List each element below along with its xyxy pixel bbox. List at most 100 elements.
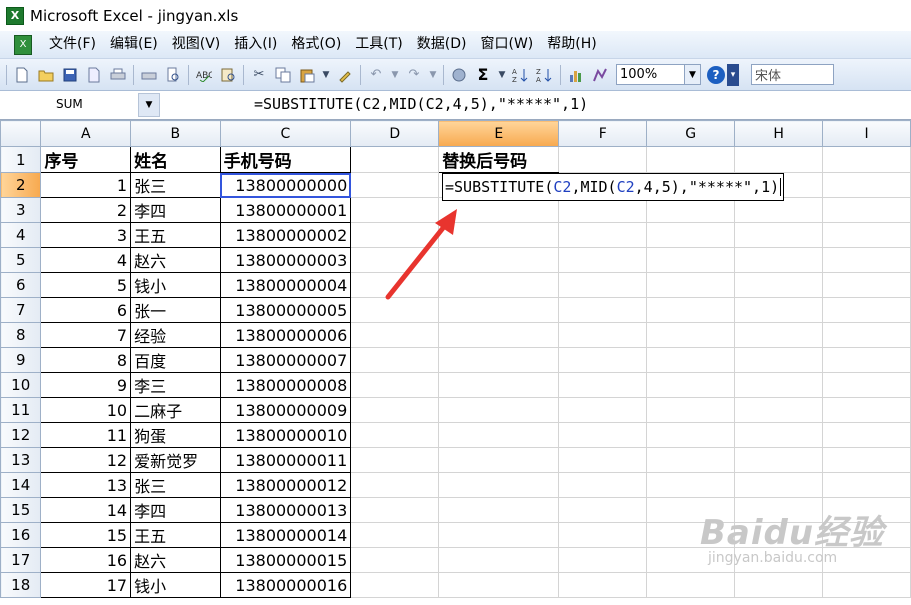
- toolbar-options-icon[interactable]: ▾: [727, 63, 739, 86]
- cell-c[interactable]: 13800000016: [219, 572, 352, 598]
- cell-e[interactable]: [438, 472, 560, 498]
- row-header[interactable]: 14: [0, 472, 42, 498]
- cell-c[interactable]: 13800000014: [219, 522, 352, 548]
- cell-i[interactable]: [822, 397, 911, 423]
- column-header-a[interactable]: A: [40, 120, 132, 147]
- cell-b[interactable]: 李四: [130, 197, 221, 223]
- cell-a[interactable]: 2: [40, 197, 132, 223]
- cell-h[interactable]: [734, 146, 824, 173]
- cell-h[interactable]: [734, 372, 824, 398]
- zoom-dropdown-icon[interactable]: ▼: [685, 64, 701, 85]
- cell-g[interactable]: [646, 322, 736, 348]
- cell-f[interactable]: [558, 547, 648, 573]
- cell-i[interactable]: [822, 247, 911, 273]
- cell-c[interactable]: 13800000004: [219, 272, 352, 298]
- cell-d[interactable]: [350, 397, 440, 423]
- cell-a[interactable]: 10: [40, 397, 132, 423]
- cell-c[interactable]: 13800000007: [219, 347, 352, 373]
- sort-descending-icon[interactable]: ZA: [535, 65, 555, 85]
- cell-f[interactable]: [558, 572, 648, 598]
- row-header[interactable]: 13: [0, 447, 42, 473]
- cell-i[interactable]: [822, 197, 911, 223]
- cell-f[interactable]: [558, 372, 648, 398]
- print-preview-magnifier-icon[interactable]: [163, 65, 183, 85]
- formula-input[interactable]: =SUBSTITUTE(C2,MID(C2,4,5),"*****",1): [254, 95, 588, 113]
- cell-b[interactable]: 李三: [130, 372, 221, 398]
- row-header[interactable]: 17: [0, 547, 42, 573]
- cell-d[interactable]: [350, 497, 440, 523]
- cell-a[interactable]: 12: [40, 447, 132, 473]
- column-header-g[interactable]: G: [646, 120, 736, 147]
- cell-g[interactable]: [646, 447, 736, 473]
- cell-a[interactable]: 6: [40, 297, 132, 323]
- cell-h[interactable]: [734, 397, 824, 423]
- cell-g[interactable]: [646, 372, 736, 398]
- cell-h[interactable]: [734, 572, 824, 598]
- cell-d[interactable]: [350, 347, 440, 373]
- cell-d[interactable]: [350, 297, 440, 323]
- cell-g[interactable]: [646, 297, 736, 323]
- cell-f[interactable]: [558, 146, 648, 173]
- workbook-icon[interactable]: X: [14, 34, 32, 55]
- row-header[interactable]: 2: [0, 172, 42, 198]
- cell-e[interactable]: [438, 547, 560, 573]
- autosum-dropdown-icon[interactable]: ▼: [497, 65, 507, 85]
- cell-i[interactable]: [822, 146, 911, 173]
- cell-f[interactable]: [558, 247, 648, 273]
- cell-b[interactable]: 张一: [130, 297, 221, 323]
- help-icon[interactable]: ?: [707, 65, 725, 84]
- cell-i[interactable]: [822, 347, 911, 373]
- cell-h[interactable]: [734, 197, 824, 223]
- name-box-dropdown-icon[interactable]: ▼: [138, 93, 160, 117]
- cell-b[interactable]: 经验: [130, 322, 221, 348]
- cell-g[interactable]: [646, 247, 736, 273]
- menu-window[interactable]: 窗口(W): [474, 31, 541, 58]
- row-header[interactable]: 18: [0, 572, 42, 598]
- cell-c[interactable]: 13800000012: [219, 472, 352, 498]
- cell-a[interactable]: 3: [40, 222, 132, 248]
- chart-wizard-icon[interactable]: [566, 65, 586, 85]
- save-icon[interactable]: [60, 65, 80, 85]
- cell-h[interactable]: [734, 347, 824, 373]
- cell-i[interactable]: [822, 447, 911, 473]
- cell-g[interactable]: [646, 422, 736, 448]
- cell-b[interactable]: 王五: [130, 222, 221, 248]
- cell-b[interactable]: 爱新觉罗: [130, 447, 221, 473]
- format-painter-icon[interactable]: [335, 65, 355, 85]
- cell-b[interactable]: 李四: [130, 497, 221, 523]
- row-header[interactable]: 15: [0, 497, 42, 523]
- cell-d[interactable]: [350, 146, 440, 173]
- cell-b[interactable]: 姓名: [130, 146, 221, 173]
- print-preview-icon[interactable]: [139, 65, 159, 85]
- cell-b[interactable]: 王五: [130, 522, 221, 548]
- cell-b[interactable]: 赵六: [130, 247, 221, 273]
- cell-c[interactable]: 13800000010: [219, 422, 352, 448]
- paste-icon[interactable]: [297, 65, 317, 85]
- cell-f[interactable]: [558, 197, 648, 223]
- cell-g[interactable]: [646, 572, 736, 598]
- cell-e[interactable]: [438, 297, 560, 323]
- sort-ascending-icon[interactable]: AZ: [511, 65, 531, 85]
- cell-d[interactable]: [350, 472, 440, 498]
- cell-e[interactable]: [438, 497, 560, 523]
- copy-icon[interactable]: [273, 65, 293, 85]
- row-header[interactable]: 8: [0, 322, 42, 348]
- cell-g[interactable]: [646, 146, 736, 173]
- row-header[interactable]: 16: [0, 522, 42, 548]
- cell-a[interactable]: 17: [40, 572, 132, 598]
- menu-help[interactable]: 帮助(H): [540, 31, 603, 58]
- zoom-input[interactable]: 100%: [616, 64, 685, 85]
- cell-f[interactable]: [558, 222, 648, 248]
- row-header[interactable]: 6: [0, 272, 42, 298]
- cell-c[interactable]: 13800000000: [219, 172, 352, 198]
- select-all-corner[interactable]: [0, 120, 42, 147]
- cell-h[interactable]: [734, 222, 824, 248]
- open-folder-icon[interactable]: [36, 65, 56, 85]
- cell-i[interactable]: [822, 297, 911, 323]
- cell-a[interactable]: 16: [40, 547, 132, 573]
- row-header[interactable]: 1: [0, 146, 42, 173]
- column-header-c[interactable]: C: [219, 120, 352, 147]
- cell-f[interactable]: [558, 397, 648, 423]
- cell-f[interactable]: [558, 522, 648, 548]
- cell-f[interactable]: [558, 447, 648, 473]
